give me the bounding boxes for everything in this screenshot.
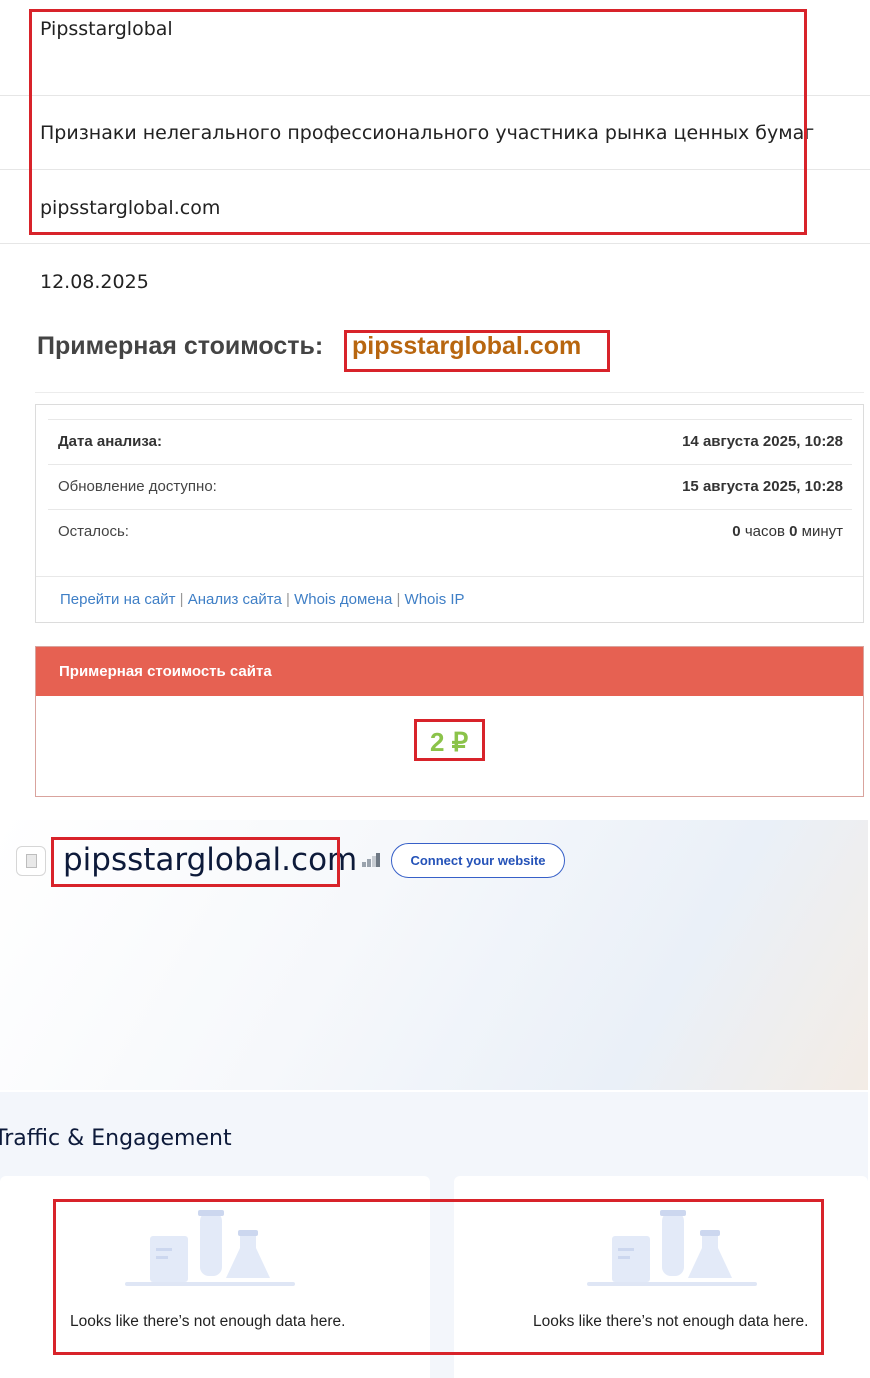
highlight-box: [414, 719, 485, 761]
analysis-date-label: Дата анализа:: [58, 433, 162, 450]
remaining-value: 0 часов 0 минут: [732, 523, 843, 540]
document-icon: [16, 846, 46, 876]
link-separator: |: [179, 591, 184, 608]
site-analysis-link[interactable]: Анализ сайта: [188, 591, 282, 608]
document-icon-shape: [26, 854, 37, 868]
go-to-site-link[interactable]: Перейти на сайт: [60, 591, 176, 608]
site-links: Перейти на сайт | Анализ сайта | Whois д…: [60, 591, 465, 608]
highlight-box: [29, 9, 807, 235]
whois-domain-link[interactable]: Whois домена: [294, 591, 392, 608]
remaining-minutes: 0: [789, 523, 798, 540]
remaining-minutes-unit: минут: [801, 523, 843, 540]
highlight-box: [53, 1199, 824, 1355]
site-cost-header: Примерная стоимость сайта: [36, 647, 863, 696]
analysis-date-value: 14 августа 2025, 10:28: [682, 433, 843, 450]
update-available-label: Обновление доступно:: [58, 478, 217, 495]
connect-website-button[interactable]: Connect your website: [391, 843, 565, 878]
link-separator: |: [286, 591, 290, 608]
date-text: 12.08.2025: [40, 271, 149, 293]
remaining-label: Осталось:: [58, 523, 129, 540]
bar-chart-icon: [362, 853, 380, 867]
whois-ip-link[interactable]: Whois IP: [405, 591, 465, 608]
divider: [48, 464, 852, 465]
divider: [48, 419, 852, 420]
highlight-box: [344, 330, 610, 372]
traffic-title: Traffic & Engagement: [0, 1126, 232, 1151]
divider: [0, 243, 870, 244]
remaining-hours: 0: [732, 523, 741, 540]
link-separator: |: [396, 591, 401, 608]
divider: [48, 509, 852, 510]
divider: [36, 576, 863, 577]
site-cost-title: Примерная стоимость сайта: [59, 663, 272, 680]
highlight-box: [51, 837, 340, 887]
update-available-value: 15 августа 2025, 10:28: [682, 478, 843, 495]
divider: [35, 392, 864, 393]
page-title: Примерная стоимость:: [37, 332, 324, 360]
analysis-card: Дата анализа: 14 августа 2025, 10:28 Обн…: [35, 404, 864, 623]
remaining-hours-unit: часов: [744, 523, 785, 540]
